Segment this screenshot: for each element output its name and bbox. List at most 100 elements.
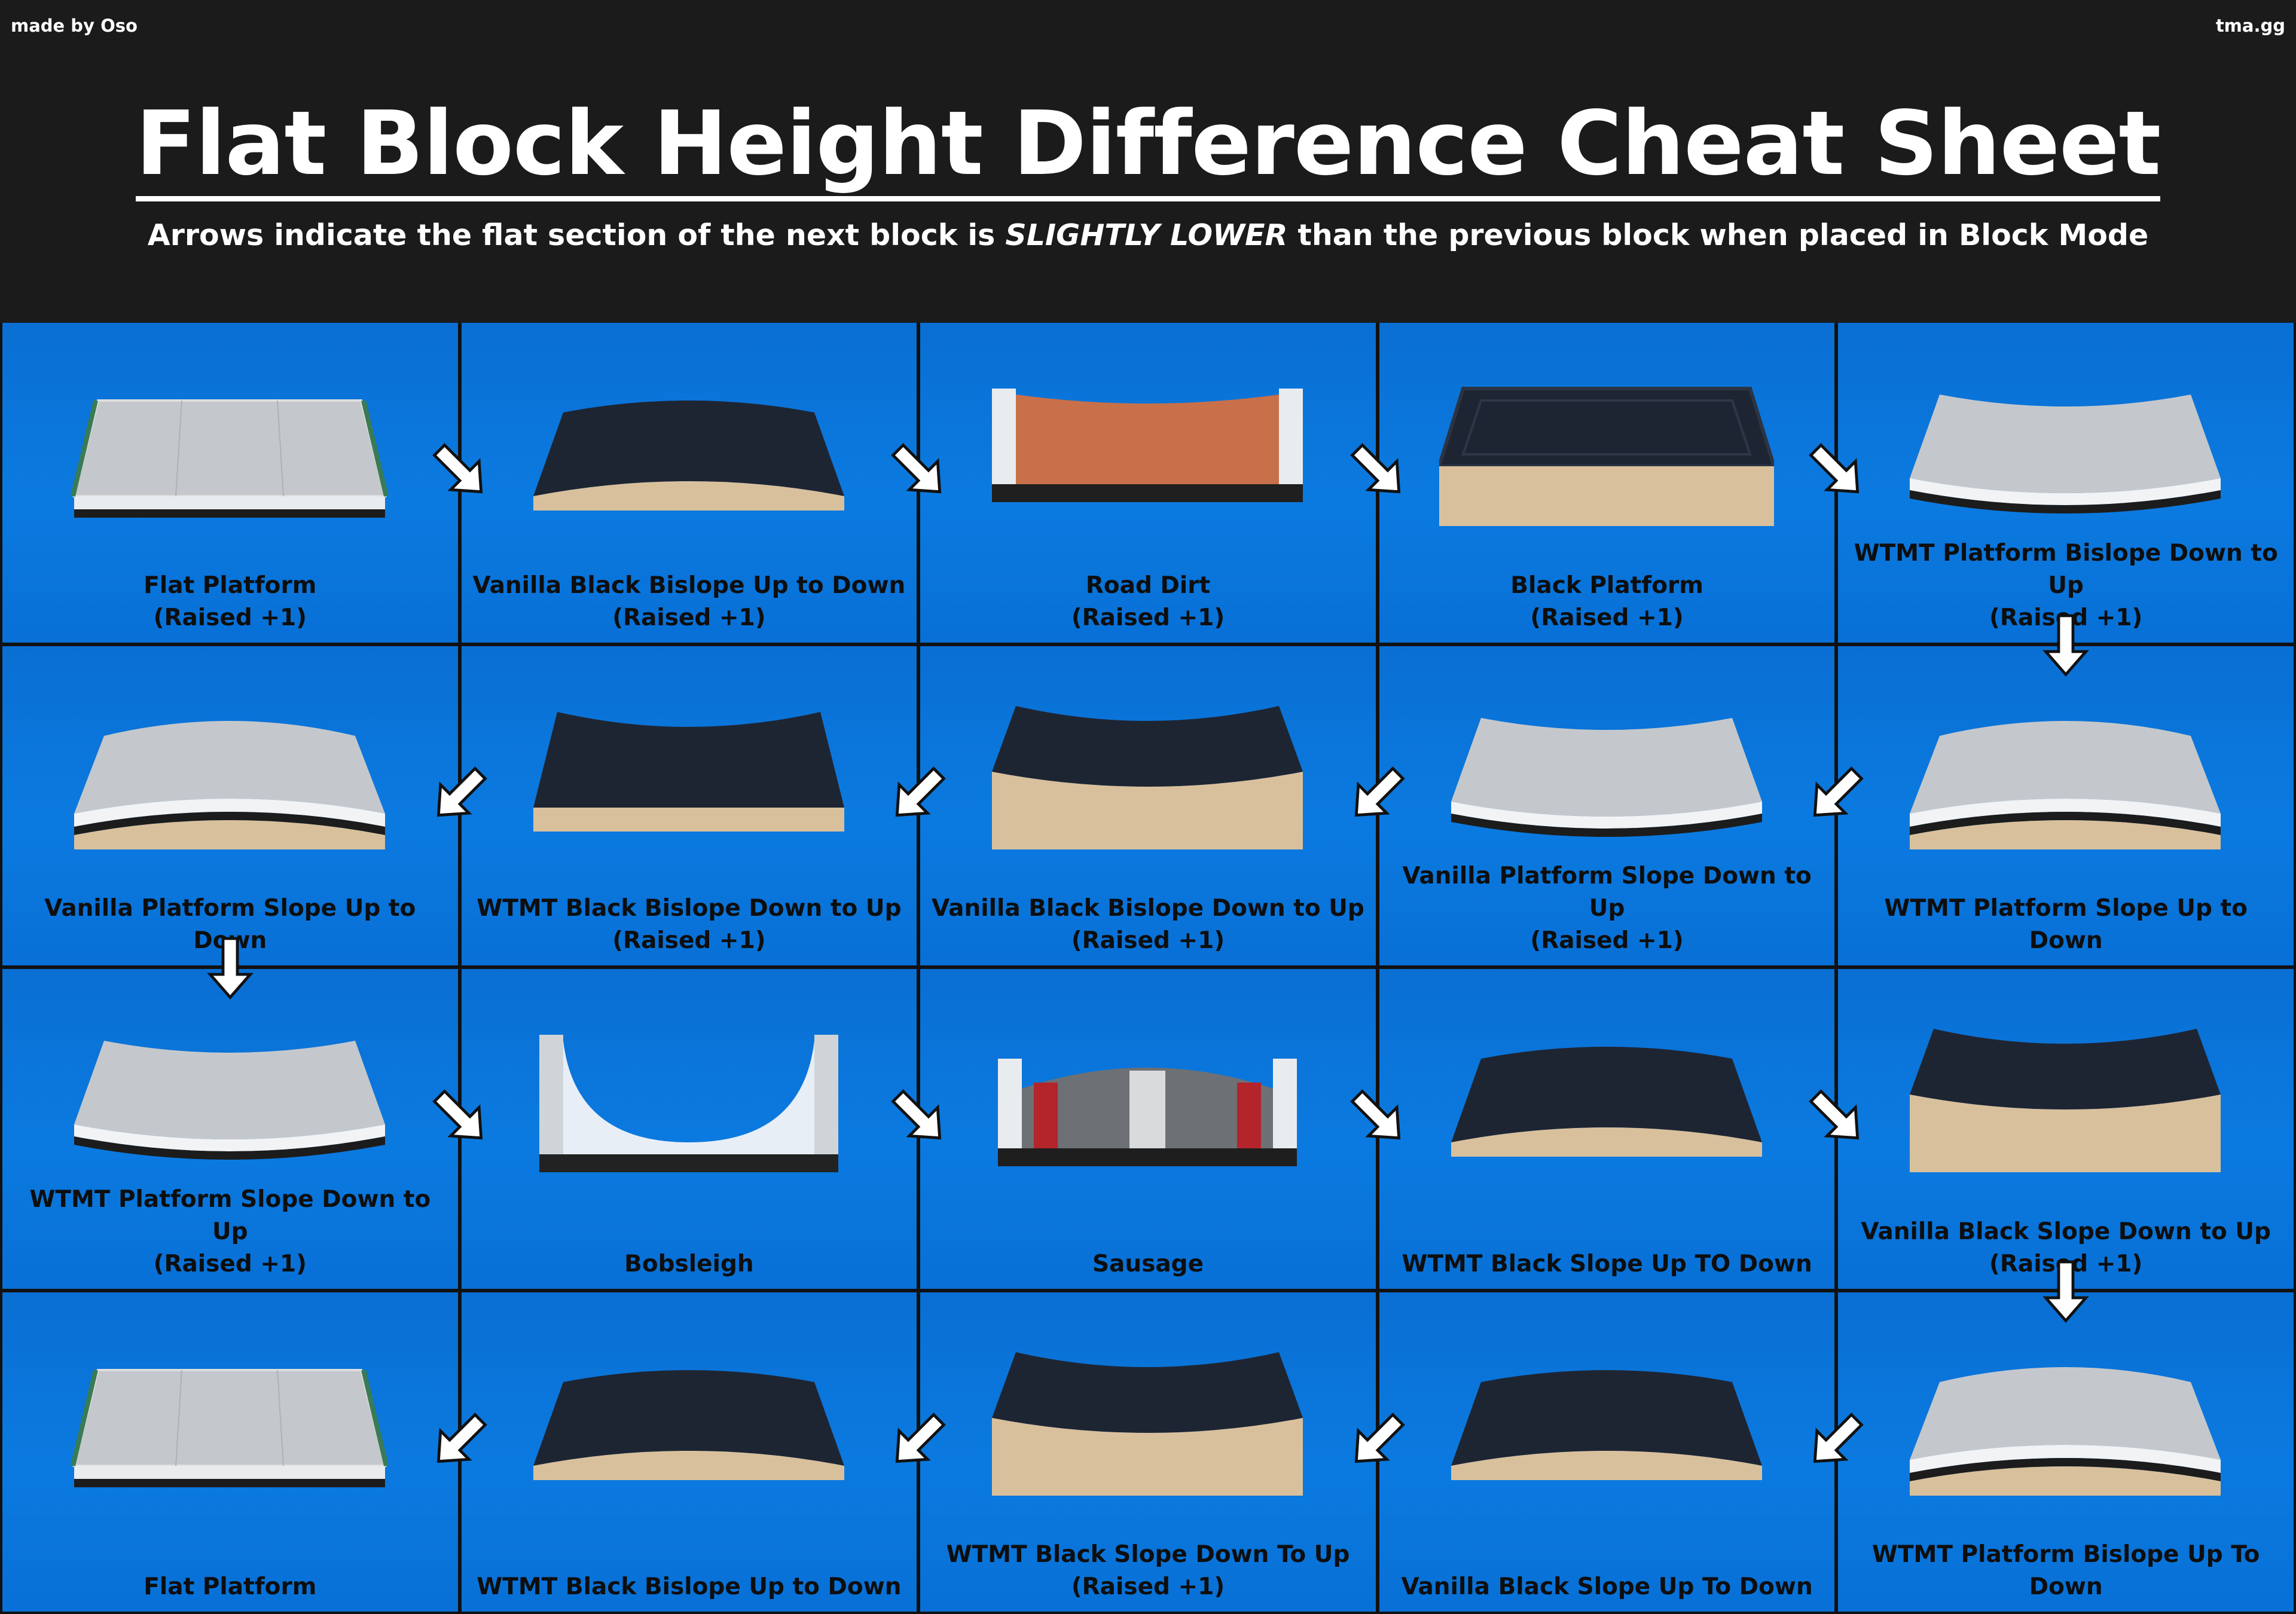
block-illustration bbox=[533, 1370, 844, 1480]
block-label: WTMT Platform Slope Down to Up (Raised +1… bbox=[2, 1184, 458, 1280]
credit-site: tma.gg bbox=[2215, 16, 2285, 36]
block-name: WTMT Black Bislope Down to Up bbox=[477, 895, 902, 922]
block-cell: Bobsleigh bbox=[461, 969, 917, 1289]
block-illustration bbox=[1910, 1029, 2221, 1172]
flow-arrow-icon bbox=[891, 1089, 942, 1140]
block-name: Flat Platform bbox=[144, 571, 317, 599]
block-label: WTMT Black Bislope Up to Down bbox=[462, 1571, 917, 1603]
block-label: Vanilla Black Bislope Down to Up (Raised … bbox=[920, 892, 1376, 957]
block-name: WTMT Black Bislope Up to Down bbox=[477, 1573, 902, 1600]
block-name: WTMT Platform Bislope Up To Down bbox=[1871, 1541, 2260, 1600]
block-cell: WTMT Black Bislope Down to Up (Raised +1) bbox=[461, 646, 917, 965]
block-label: Flat Platform bbox=[2, 1571, 458, 1603]
block-name: Vanilla Black Bislope Up to Down bbox=[472, 571, 906, 599]
block-cell: Vanilla Black Slope Down to Up (Raised +1… bbox=[1838, 969, 2294, 1289]
block-name: Vanilla Black Slope Up To Down bbox=[1401, 1573, 1813, 1600]
flow-arrow-icon bbox=[1813, 1412, 1864, 1463]
block-label: WTMT Black Slope Up TO Down bbox=[1379, 1248, 1835, 1280]
flow-arrow-icon bbox=[1809, 443, 1860, 494]
block-raised-note: (Raised +1) bbox=[1530, 927, 1684, 954]
flow-arrow-icon bbox=[432, 1089, 483, 1140]
block-illustration bbox=[992, 705, 1303, 849]
block-label: Flat Platform (Raised +1) bbox=[2, 570, 458, 634]
block-label: WTMT Black Bislope Down to Up (Raised +1) bbox=[462, 892, 917, 957]
block-raised-note: (Raised +1) bbox=[612, 604, 766, 631]
flow-arrow-icon bbox=[895, 766, 947, 817]
block-name: WTMT Platform Bislope Down to Up bbox=[1854, 539, 2278, 599]
block-cell: WTMT Platform Slope Down to Up (Raised +1… bbox=[2, 969, 458, 1289]
block-label: WTMT Black Slope Down To Up (Raised +1) bbox=[920, 1539, 1376, 1603]
block-name: Vanilla Black Slope Down to Up bbox=[1861, 1218, 2271, 1245]
block-name: WTMT Platform Slope Up to Down bbox=[1884, 895, 2248, 954]
block-illustration bbox=[1451, 1047, 1762, 1157]
block-cell: WTMT Platform Bislope Down to Up (Raised … bbox=[1838, 323, 2294, 643]
block-label: Bobsleigh bbox=[462, 1248, 917, 1280]
block-cell: WTMT Black Bislope Up to Down bbox=[461, 1292, 917, 1612]
flow-arrow-icon bbox=[1813, 766, 1864, 817]
header: made by Oso tma.gg Flat Block Height Dif… bbox=[0, 0, 2296, 323]
flow-arrow-icon bbox=[2042, 1260, 2090, 1323]
block-cell: Vanilla Platform Slope Down to Up (Raised… bbox=[1379, 646, 1835, 965]
block-illustration bbox=[74, 720, 385, 849]
block-cell: WTMT Platform Slope Up to Down bbox=[1838, 646, 2294, 965]
block-raised-note: (Raised +1) bbox=[1071, 1573, 1225, 1600]
block-raised-note: (Raised +1) bbox=[153, 604, 307, 631]
block-name: Road Dirt bbox=[1085, 571, 1211, 599]
block-illustration bbox=[992, 389, 1303, 502]
block-cell: Road Dirt (Raised +1) bbox=[920, 323, 1376, 643]
block-label: Vanilla Black Bislope Up to Down (Raised … bbox=[462, 570, 917, 634]
block-name: Black Platform bbox=[1510, 571, 1703, 599]
flow-arrow-icon bbox=[1354, 1412, 1405, 1463]
flow-arrow-icon bbox=[891, 443, 942, 494]
block-label: WTMT Platform Slope Up to Down bbox=[1838, 892, 2294, 957]
block-illustration bbox=[1439, 387, 1774, 526]
flow-arrow-icon bbox=[1809, 1089, 1860, 1140]
block-label: Vanilla Black Slope Up To Down bbox=[1379, 1571, 1835, 1603]
block-grid: Flat Platform (Raised +1) Vanilla Black B… bbox=[0, 323, 2296, 1614]
flow-arrow-icon bbox=[1349, 443, 1401, 494]
block-illustration bbox=[533, 401, 844, 511]
block-label: Black Platform (Raised +1) bbox=[1379, 570, 1835, 634]
subtitle-emphasis: SLIGHTLY LOWER bbox=[1005, 218, 1288, 252]
block-illustration bbox=[1451, 1370, 1762, 1480]
block-cell: WTMT Black Slope Down To Up (Raised +1) bbox=[920, 1292, 1376, 1612]
block-raised-note: (Raised +1) bbox=[153, 1250, 307, 1277]
block-name: WTMT Platform Slope Down to Up bbox=[29, 1185, 431, 1245]
block-label: Sausage bbox=[920, 1248, 1376, 1280]
block-illustration bbox=[71, 1368, 389, 1487]
block-illustration bbox=[539, 1035, 838, 1172]
flow-arrow-icon bbox=[1349, 1089, 1401, 1140]
block-name: Flat Platform bbox=[144, 1573, 317, 1600]
block-illustration bbox=[1910, 1367, 2221, 1496]
block-cell: WTMT Black Slope Up TO Down bbox=[1379, 969, 1835, 1289]
flow-arrow-icon bbox=[2042, 614, 2090, 677]
block-name: Vanilla Black Bislope Down to Up bbox=[932, 895, 1364, 922]
block-cell: Flat Platform bbox=[2, 1292, 458, 1612]
block-cell: Sausage bbox=[920, 969, 1376, 1289]
subtitle: Arrows indicate the flat section of the … bbox=[0, 216, 2296, 255]
block-label: WTMT Platform Bislope Up To Down bbox=[1838, 1539, 2294, 1603]
block-cell: Black Platform (Raised +1) bbox=[1379, 323, 1835, 643]
block-cell: Flat Platform (Raised +1) bbox=[2, 323, 458, 643]
block-cell: Vanilla Black Bislope Up to Down (Raised … bbox=[461, 323, 917, 643]
block-illustration bbox=[1910, 720, 2221, 849]
block-name: Bobsleigh bbox=[624, 1250, 754, 1277]
block-name: Sausage bbox=[1092, 1250, 1204, 1277]
flow-arrow-icon bbox=[436, 1412, 487, 1463]
block-illustration bbox=[74, 1041, 385, 1160]
block-cell: WTMT Platform Bislope Up To Down bbox=[1838, 1292, 2294, 1612]
block-label: Vanilla Platform Slope Down to Up (Raised… bbox=[1379, 860, 1835, 957]
subtitle-before: Arrows indicate the flat section of the … bbox=[147, 218, 1006, 252]
credit-author: made by Oso bbox=[11, 16, 138, 36]
block-cell: Vanilla Black Slope Up To Down bbox=[1379, 1292, 1835, 1612]
flow-arrow-icon bbox=[432, 443, 483, 494]
flow-arrow-icon bbox=[206, 937, 254, 1000]
block-name: WTMT Black Slope Up TO Down bbox=[1402, 1250, 1812, 1277]
flow-arrow-icon bbox=[895, 1412, 947, 1463]
block-name: WTMT Black Slope Down To Up bbox=[946, 1541, 1350, 1568]
block-raised-note: (Raised +1) bbox=[612, 927, 766, 954]
page-title: Flat Block Height Difference Cheat Sheet bbox=[0, 90, 2296, 201]
block-illustration bbox=[998, 1059, 1297, 1166]
flow-arrow-icon bbox=[436, 766, 487, 817]
block-raised-note: (Raised +1) bbox=[1071, 927, 1225, 954]
